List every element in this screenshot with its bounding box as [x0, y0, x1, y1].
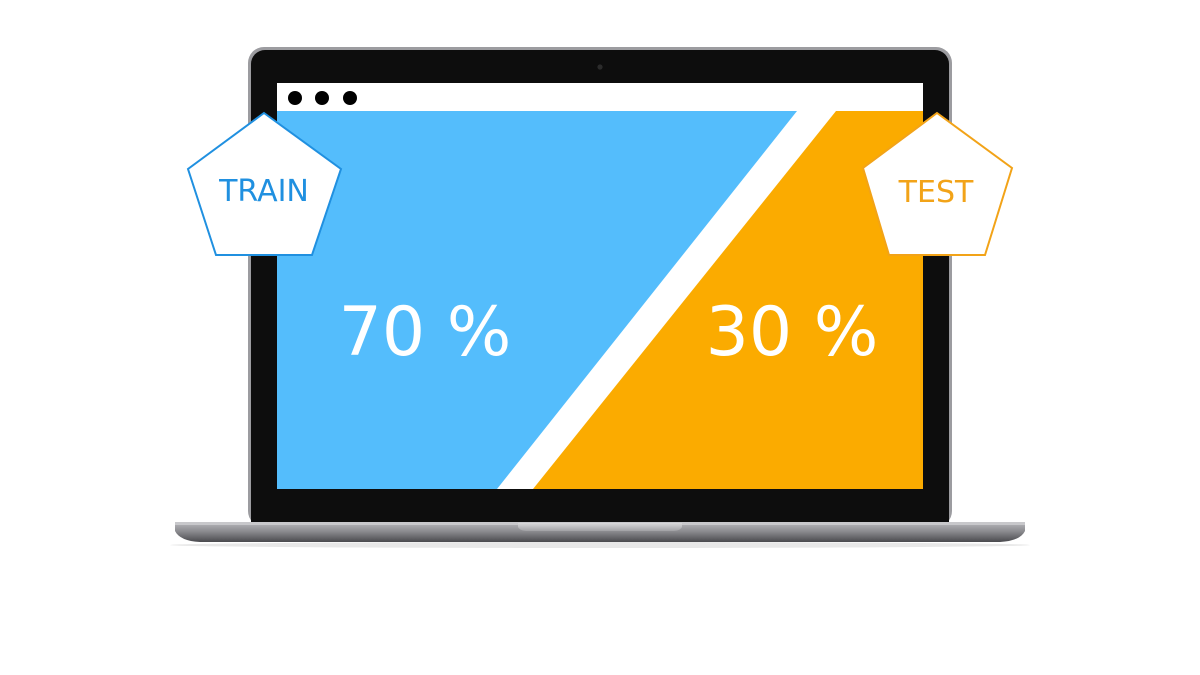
- webcam-icon: [597, 64, 603, 70]
- laptop-notch: [518, 523, 682, 531]
- laptop-base: [175, 522, 1025, 542]
- window-dot-icon[interactable]: [343, 91, 357, 105]
- browser-title-bar: [277, 83, 923, 111]
- train-percentage: 70 %: [339, 293, 512, 372]
- laptop-shadow: [170, 542, 1030, 548]
- test-percentage: 30 %: [706, 293, 879, 372]
- laptop-illustration: 70 % 30 % TRAIN TEST: [170, 47, 1030, 548]
- window-dot-icon[interactable]: [315, 91, 329, 105]
- test-label: TEST: [898, 175, 974, 210]
- bottom-bezel: [251, 489, 949, 526]
- window-dot-icon[interactable]: [288, 91, 302, 105]
- train-label: TRAIN: [218, 174, 309, 209]
